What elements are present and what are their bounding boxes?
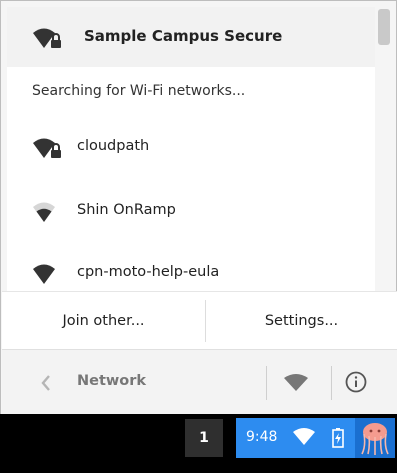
divider [266, 366, 267, 400]
network-popup: Sample Campus Secure Searching for Wi-Fi… [0, 0, 397, 423]
status-tray[interactable]: 9:48 [236, 418, 355, 458]
workspace-button[interactable]: 1 [185, 419, 223, 457]
avatar[interactable] [355, 418, 395, 458]
join-other-button[interactable]: Join other... [2, 292, 205, 350]
wifi-icon [33, 263, 63, 289]
clock-time: 9:48 [246, 429, 278, 445]
screen: Sample Campus Secure Searching for Wi-Fi… [0, 0, 397, 473]
wifi-toggle-icon[interactable] [283, 374, 309, 396]
network-footer: Network [2, 349, 397, 416]
network-list: Searching for Wi-Fi networks... cloudpat… [7, 67, 375, 291]
network-name: cloudpath [77, 138, 150, 154]
scrollbar-thumb[interactable] [378, 9, 390, 45]
footer-title: Network [77, 373, 147, 389]
wifi-lock-icon [33, 27, 63, 53]
network-actions: Join other... Settings... [2, 291, 397, 349]
active-network-row[interactable]: Sample Campus Secure [7, 7, 375, 67]
wifi-lock-icon [33, 137, 63, 163]
settings-button[interactable]: Settings... [206, 292, 397, 350]
back-chevron-icon[interactable] [40, 374, 52, 396]
wifi-icon [292, 428, 316, 450]
scrollbar[interactable] [376, 7, 392, 291]
network-row-cloudpath[interactable]: cloudpath [7, 127, 375, 167]
network-name: Shin OnRamp [77, 202, 176, 218]
wifi-weak-icon [33, 201, 63, 227]
info-icon[interactable] [345, 371, 367, 397]
network-row-cpn-moto-help-eula[interactable]: cpn-moto-help-eula [7, 253, 375, 291]
divider [331, 366, 332, 400]
shelf: 1 9:48 [0, 414, 397, 473]
battery-charging-icon [332, 428, 344, 452]
network-name: cpn-moto-help-eula [77, 264, 220, 280]
scan-status-text: Searching for Wi-Fi networks... [32, 83, 246, 99]
active-network-name: Sample Campus Secure [84, 27, 283, 45]
network-row-shin-onramp[interactable]: Shin OnRamp [7, 191, 375, 231]
